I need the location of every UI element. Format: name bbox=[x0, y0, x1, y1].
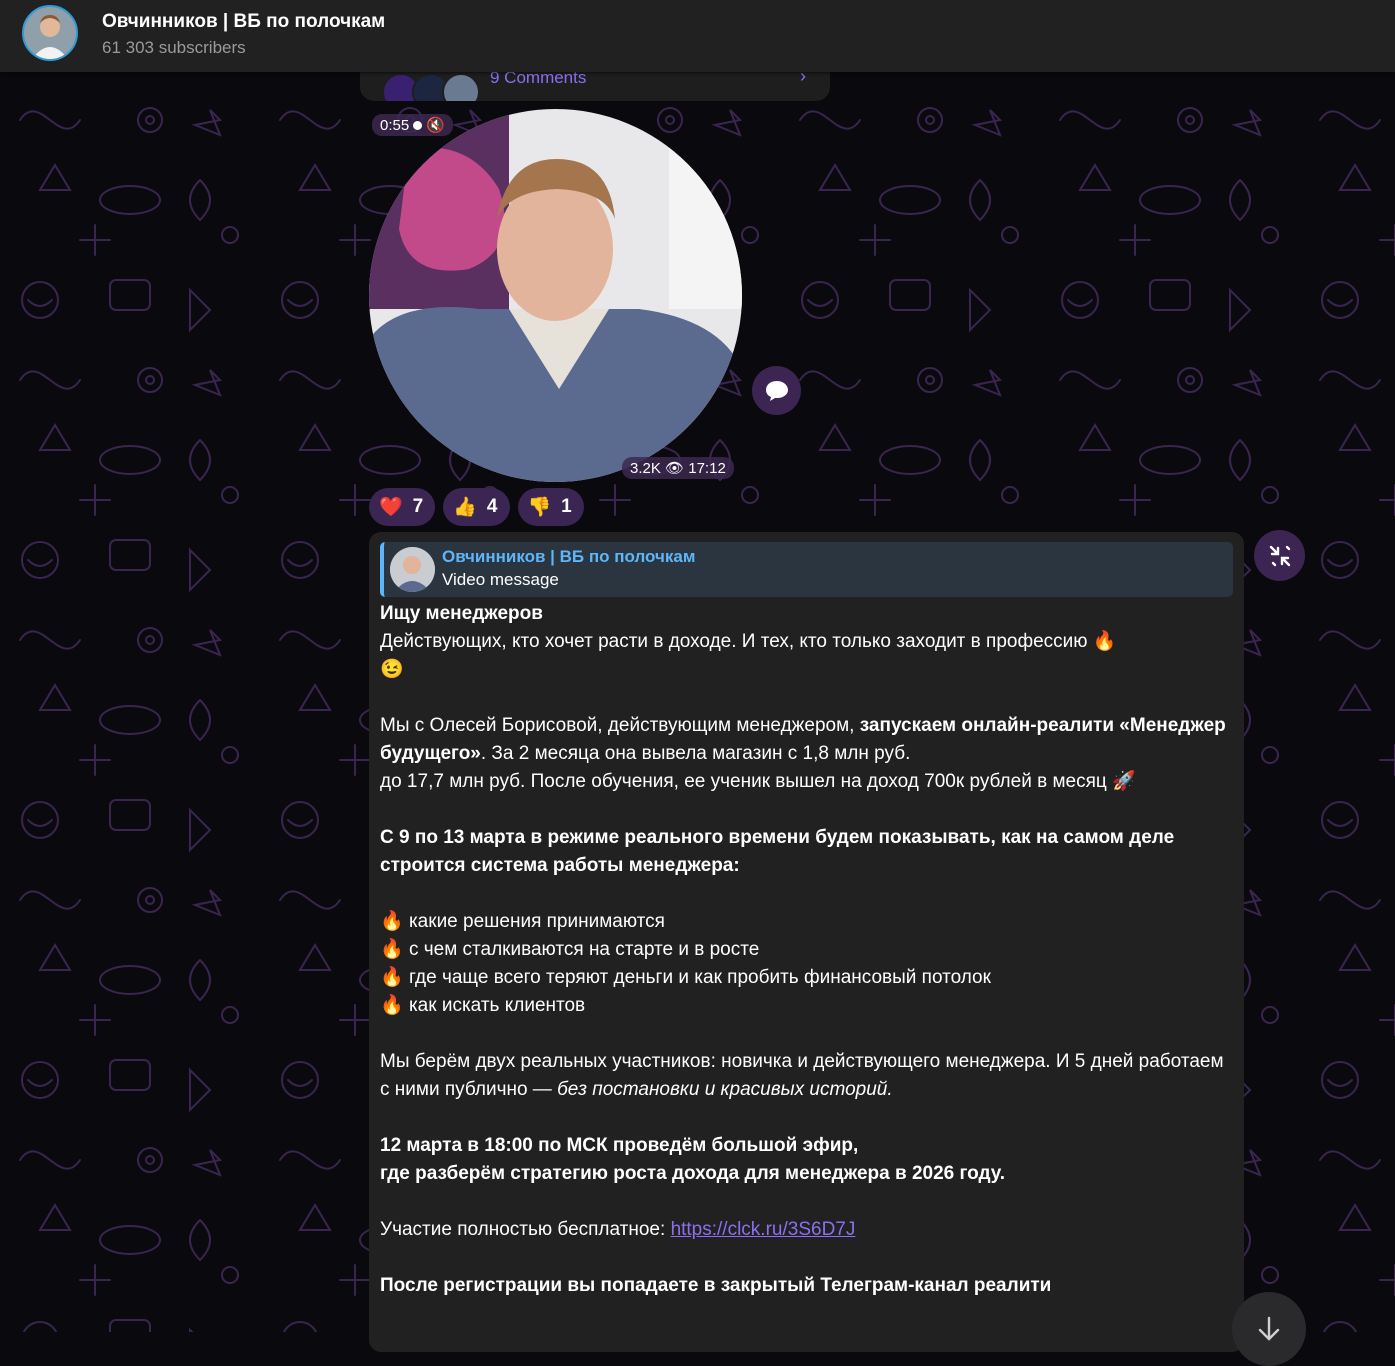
chat-header[interactable]: Овчинников | ВБ по полочкам 61 303 subsc… bbox=[0, 0, 1395, 72]
video-message[interactable] bbox=[369, 109, 742, 482]
post-bold-segment: С 9 по 13 марта в режиме реального време… bbox=[380, 827, 1175, 876]
bullet-item: 🔥 с чем сталкиваются на старте и в росте bbox=[380, 936, 1230, 964]
comment-button[interactable] bbox=[752, 366, 801, 415]
post-bold-segment: где разберём стратегию роста дохода для … bbox=[380, 1163, 1005, 1184]
bullet-item: 🔥 какие решения принимаются bbox=[380, 908, 1230, 936]
recording-dot-icon bbox=[413, 121, 423, 130]
reaction-thumbs-down[interactable]: 👎 1 bbox=[517, 488, 584, 526]
thumbs-down-icon: 👎 bbox=[527, 497, 552, 518]
channel-title: Овчинников | ВБ по полочкам bbox=[102, 11, 386, 32]
reply-preview[interactable]: Овчинников | ВБ по полочкам Video messag… bbox=[380, 542, 1233, 597]
scroll-down-button[interactable] bbox=[1232, 1292, 1306, 1366]
post-text-segment: . За 2 месяца она вывела магазин с 1,8 м… bbox=[480, 743, 911, 764]
reaction-count: 4 bbox=[486, 496, 498, 517]
reaction-count: 7 bbox=[412, 496, 424, 517]
post-heading: Ищу менеджеров bbox=[380, 603, 543, 624]
registration-link[interactable]: https://clck.ru/3S6D7J bbox=[671, 1219, 856, 1240]
post-text-segment: Участие полностью бесплатное: bbox=[380, 1219, 671, 1240]
thumbs-up-icon: 👍 bbox=[453, 497, 477, 518]
fire-icon: 🔥 bbox=[380, 911, 404, 932]
reply-thumbnail bbox=[390, 547, 435, 592]
speech-bubble-icon bbox=[765, 380, 788, 401]
video-duration: 0:55 bbox=[380, 117, 410, 134]
eye-icon: 👁 bbox=[665, 460, 685, 477]
reactions-row: ❤️ 7 👍 4 👎 1 bbox=[369, 488, 584, 526]
subscriber-count: 61 303 subscribers bbox=[102, 38, 246, 57]
reaction-thumbs-up[interactable]: 👍 4 bbox=[443, 488, 510, 526]
post-line: Действующих, кто хочет расти в доходе. И… bbox=[380, 631, 1088, 652]
reaction-heart[interactable]: ❤️ 7 bbox=[369, 488, 436, 526]
commenter-avatar bbox=[442, 73, 480, 101]
wink-icon: 😉 bbox=[380, 659, 404, 680]
reply-author: Овчинников | ВБ по полочкам bbox=[442, 547, 696, 566]
arrow-down-icon bbox=[1258, 1316, 1280, 1341]
post-text-segment: Мы с Олесей Борисовой, действующим менед… bbox=[380, 715, 860, 736]
fire-icon: 🔥 bbox=[380, 967, 404, 988]
bullet-item: 🔥 где чаще всего теряют деньги и как про… bbox=[380, 964, 1230, 992]
heart-icon: ❤️ bbox=[379, 497, 403, 518]
reaction-count: 1 bbox=[561, 496, 572, 517]
bullet-item: 🔥 как искать клиентов bbox=[380, 992, 1230, 1020]
collapse-button[interactable] bbox=[1254, 530, 1305, 581]
collapse-arrows-icon bbox=[1269, 545, 1290, 566]
post-italic-segment: без постановки и красивых историй. bbox=[557, 1079, 893, 1100]
post-text-segment: до 17,7 млн руб. После обучения, ее учен… bbox=[380, 771, 1107, 792]
message-time: 17:12 bbox=[688, 460, 726, 477]
fire-icon: 🔥 bbox=[380, 939, 404, 960]
post-bold-segment: 12 марта в 18:00 по МСК проведём большой… bbox=[380, 1135, 859, 1156]
video-duration-pill: 0:55 🔇 bbox=[372, 114, 453, 136]
post-bold-segment: После регистрации вы попадаете в закрыты… bbox=[380, 1275, 1052, 1296]
post-text: Ищу менеджеров Действующих, кто хочет ра… bbox=[380, 600, 1230, 1300]
fire-icon: 🔥 bbox=[380, 995, 404, 1016]
muted-speaker-icon[interactable]: 🔇 bbox=[426, 117, 445, 134]
reply-type: Video message bbox=[442, 570, 559, 589]
channel-post: Овчинников | ВБ по полочкам Video messag… bbox=[369, 532, 1244, 1352]
channel-avatar[interactable] bbox=[22, 5, 78, 61]
view-count: 3.2K bbox=[630, 460, 661, 477]
video-meta-pill: 3.2K 👁 17:12 bbox=[622, 457, 734, 479]
fire-icon: 🔥 bbox=[1092, 631, 1117, 652]
rocket-icon: 🚀 bbox=[1112, 771, 1136, 792]
